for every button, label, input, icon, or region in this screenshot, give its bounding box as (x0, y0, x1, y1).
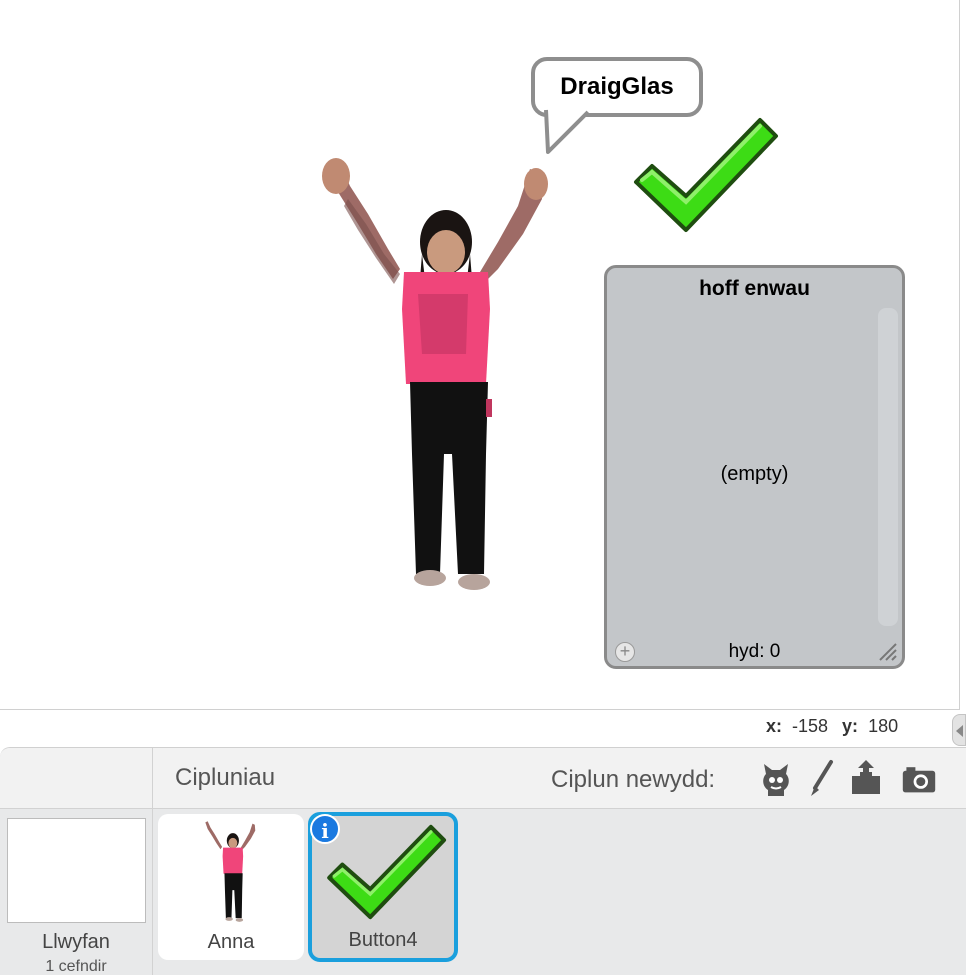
y-label: y: (842, 716, 859, 736)
collapse-arrow-icon[interactable] (952, 714, 966, 746)
list-length: hyd: 0 (728, 641, 781, 662)
x-label: x: (766, 716, 783, 736)
stage-selector[interactable]: Llwyfan 1 cefndir (0, 809, 153, 975)
stage-pane-header (0, 748, 153, 809)
anna-thumbnail (205, 821, 256, 922)
backdrop-count: 1 cefndir (45, 958, 107, 975)
sprite-name-anna: Anna (207, 931, 255, 953)
sprite-pane-header: Cipluniau Ciplun newydd: (153, 748, 966, 809)
sprite-card-anna[interactable]: Anna (158, 814, 304, 960)
new-sprite-label: Ciplun newydd: (551, 766, 716, 793)
upload-icon[interactable] (848, 758, 884, 798)
checkmark-thumbnail (327, 824, 447, 920)
speech-bubble-text: DraigGlas (560, 73, 674, 100)
resize-handle-icon[interactable] (876, 640, 898, 662)
sprite-pane-title: Cipluniau (175, 764, 276, 791)
sprite-pane: Cipluniau Ciplun newydd: Llwyfan 1 cefnd… (0, 747, 966, 975)
y-value: 180 (868, 716, 899, 736)
anna-sprite[interactable] (318, 154, 558, 599)
stage-label: Llwyfan (42, 931, 110, 953)
speech-bubble-tail (544, 108, 590, 154)
sprite-library-icon[interactable] (758, 758, 794, 798)
paint-brush-icon[interactable] (803, 758, 839, 798)
list-empty-text: (empty) (720, 463, 789, 485)
sprite-name-button4: Button4 (348, 929, 418, 951)
sprite-card-button4[interactable]: i Button4 (308, 812, 458, 962)
button4-sprite[interactable] (628, 114, 780, 236)
camera-icon[interactable] (901, 758, 937, 798)
list-title: hoff enwau (699, 277, 810, 300)
list-monitor[interactable]: hoff enwau (empty) + hyd: 0 (604, 265, 905, 669)
stage[interactable]: DraigGlas hoff enwau (empty) + hyd: 0 (0, 0, 960, 710)
stage-thumbnail[interactable] (7, 818, 146, 923)
mouse-coordinates: x: -158 y: 180 (766, 716, 912, 737)
x-value: -158 (792, 716, 829, 736)
